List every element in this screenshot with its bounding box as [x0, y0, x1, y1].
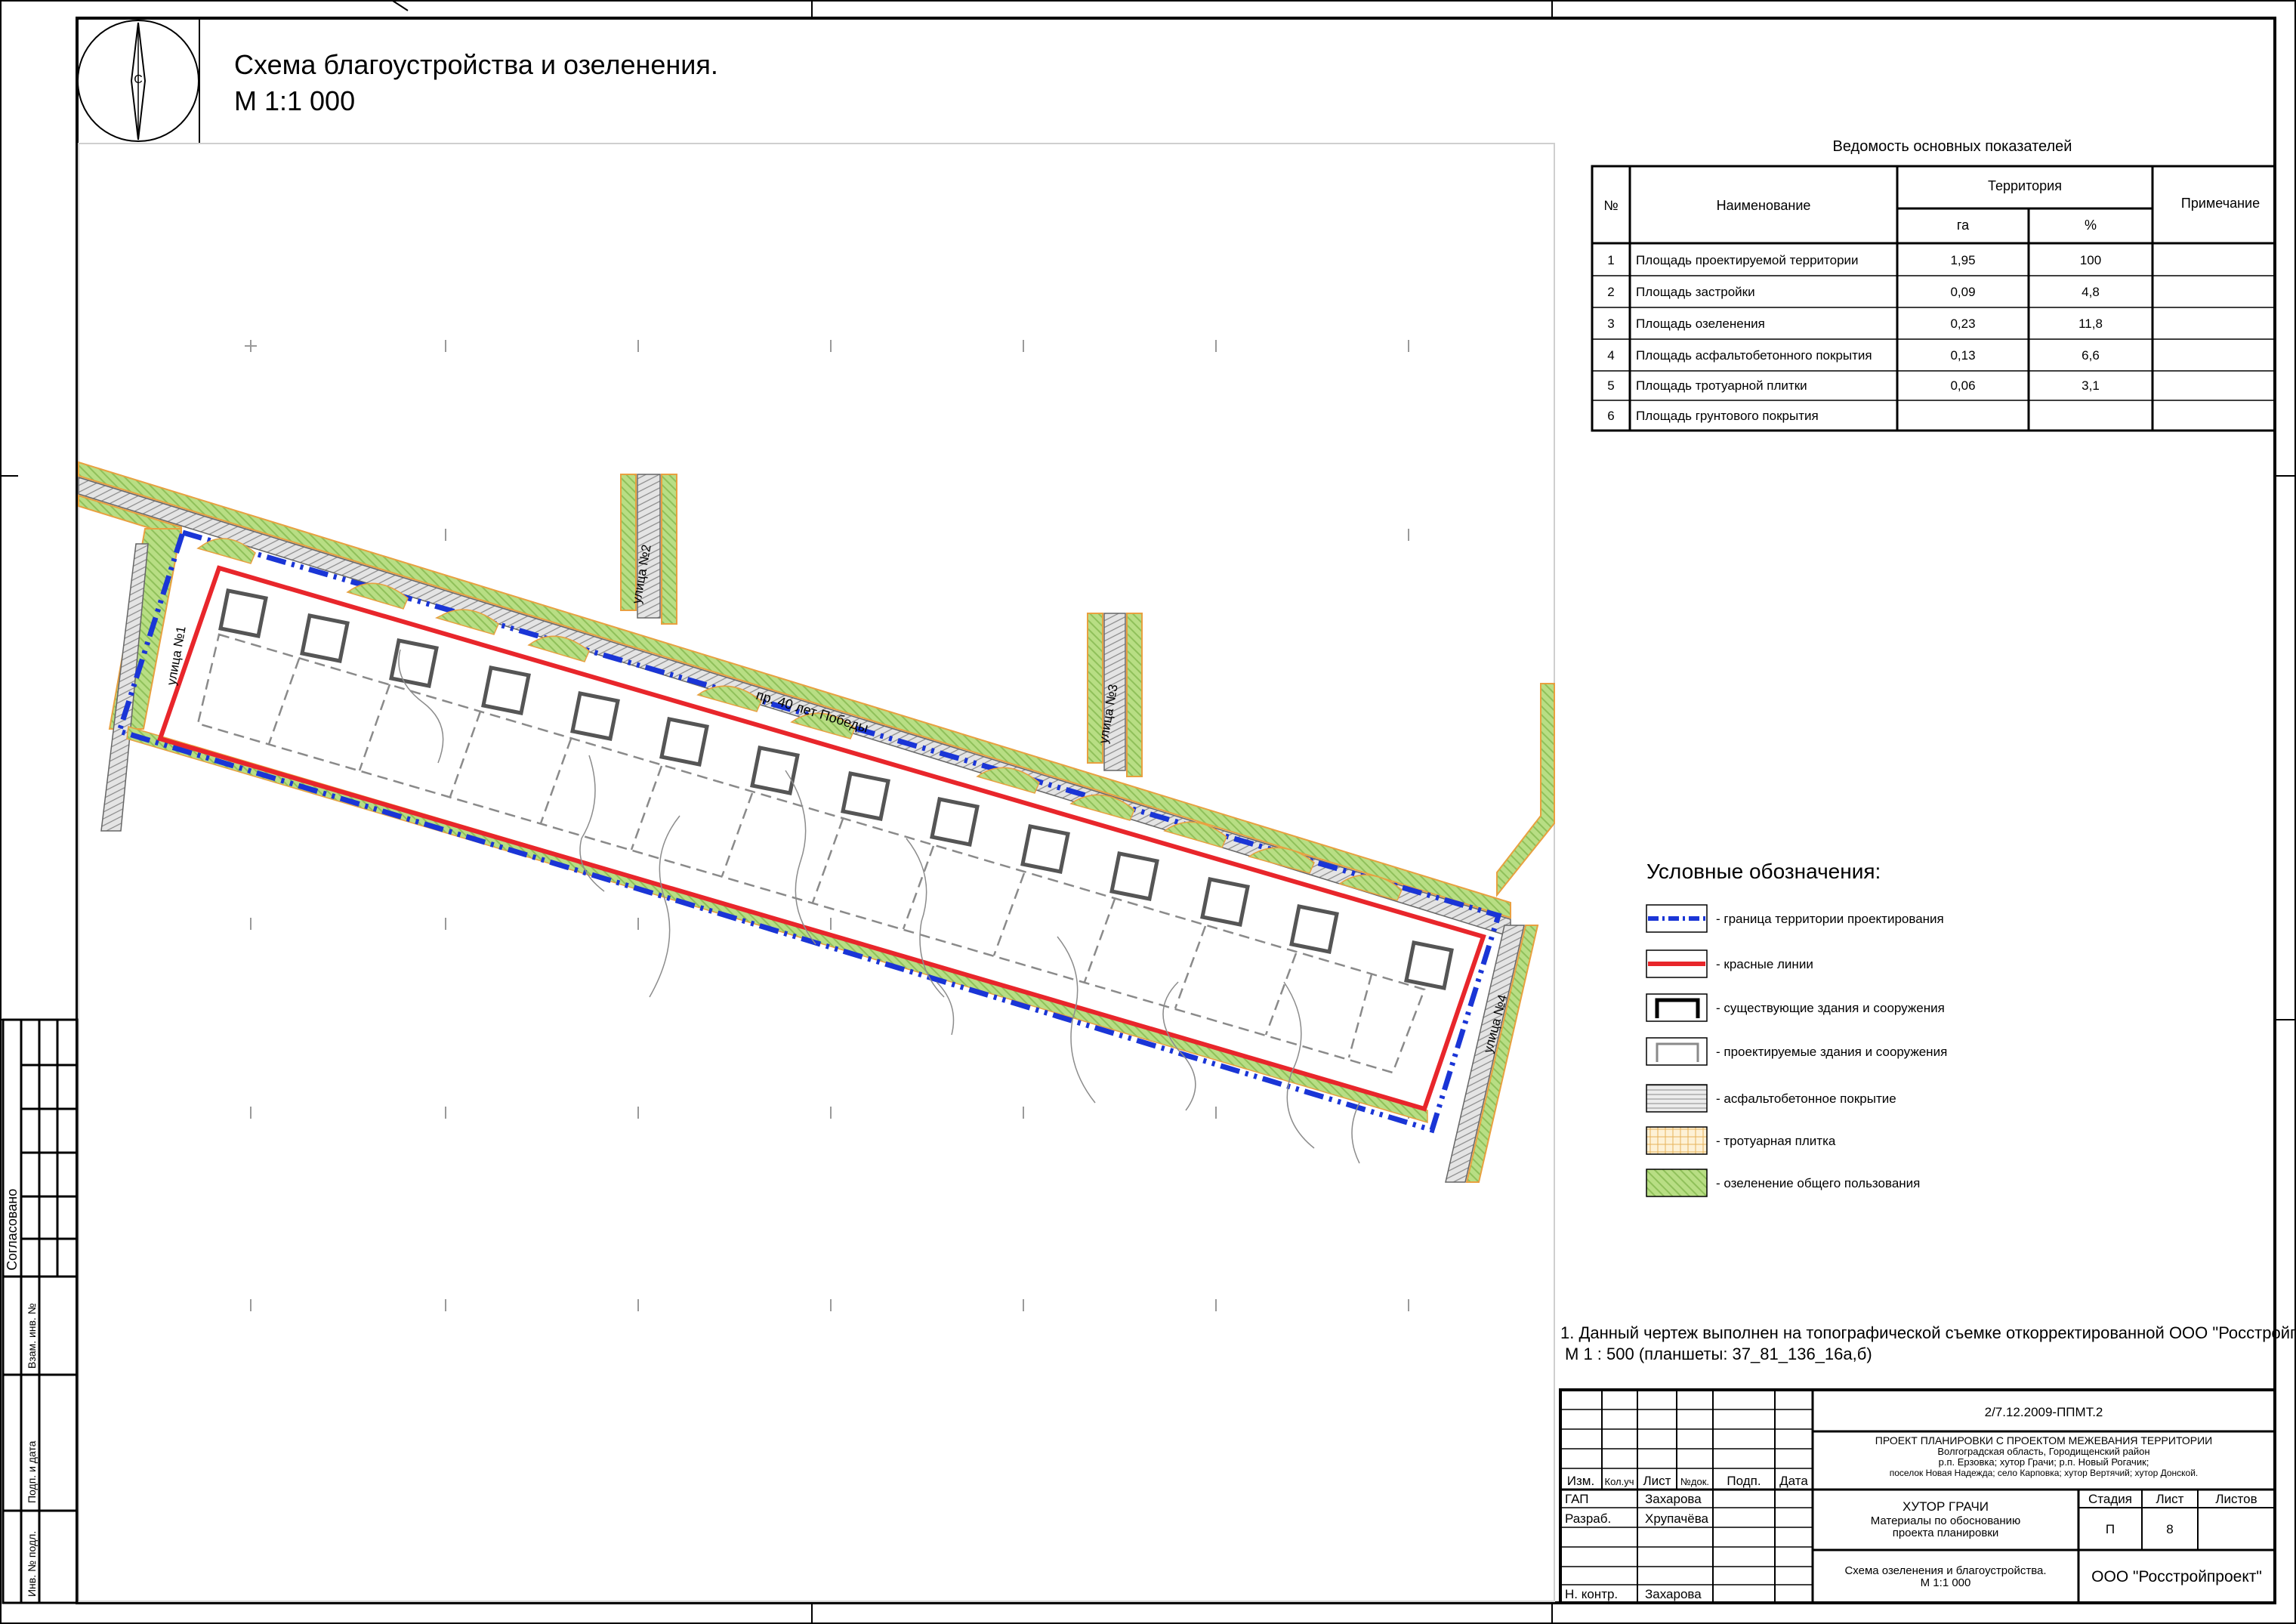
- col-name-header: Наименование: [1717, 198, 1811, 213]
- indicator-row-5: 5 Площадь тротуарной плитки 0,06 3,1: [1607, 378, 2100, 393]
- row-name: Площадь асфальтобетонного покрытия: [1636, 348, 1872, 363]
- tb-project-4: поселок Новая Надежда; село Карповка; ху…: [1890, 1468, 2199, 1478]
- street-1-label: улица №1: [164, 625, 188, 686]
- legend-title: Условные обозначения:: [1646, 860, 1881, 883]
- col-note-header: Примечание: [2181, 196, 2260, 211]
- legend-item-green: - озеленение общего пользования: [1646, 1169, 1920, 1197]
- tb-stadia: П: [2106, 1522, 2115, 1536]
- legend-label: - асфальтобетонное покрытие: [1716, 1091, 1896, 1106]
- tb-object-3: проекта планировки: [1893, 1527, 1999, 1539]
- row-pct: 4,8: [2082, 285, 2100, 299]
- tb-col-data: Дата: [1779, 1474, 1808, 1488]
- drawing-scale: М 1:1 000: [234, 85, 355, 116]
- stamp-inv: Инв. № подл.: [26, 1531, 38, 1597]
- buildings: [218, 588, 1454, 990]
- legend-item-asphalt: - асфальтобетонное покрытие: [1646, 1084, 1896, 1113]
- row-pct: 11,8: [2078, 316, 2103, 331]
- row-no: 4: [1607, 348, 1614, 363]
- tb-project-1: ПРОЕКТ ПЛАНИРОВКИ С ПРОЕКТОМ МЕЖЕВАНИЯ Т…: [1875, 1434, 2212, 1446]
- row-no: 5: [1607, 378, 1614, 393]
- tb-role-razrab: Разраб.: [1565, 1511, 1611, 1526]
- legend-label: - тротуарная плитка: [1716, 1134, 1836, 1148]
- tb-col-izm: Изм.: [1567, 1474, 1594, 1488]
- tb-code: 2/7.12.2009-ППМТ.2: [1985, 1405, 2103, 1419]
- tb-sheet-1: Схема озеленения и благоустройства.: [1844, 1564, 2046, 1577]
- drawing-title: Схема благоустройства и озеленения.: [234, 49, 718, 80]
- legend-label: - красные линии: [1716, 957, 1813, 971]
- indicator-row-1: 1 Площадь проектируемой территории 1,95 …: [1607, 253, 2101, 267]
- north-letter: С: [134, 73, 143, 86]
- legend-label: - граница территории проектирования: [1716, 912, 1944, 926]
- side-stamp: [2, 1018, 79, 1604]
- stamp-vzam: Взам. инв. №: [26, 1303, 38, 1369]
- tb-col-koluch: Кол.уч: [1605, 1476, 1634, 1487]
- row-name: Площадь грунтового покрытия: [1636, 409, 1819, 423]
- drawing-sheet: С Схема благоустройства и озеленения. М …: [0, 0, 2296, 1624]
- tb-sheet-2: М 1:1 000: [1921, 1576, 1971, 1589]
- legend-item-projected-buildings: - проектируемые здания и сооружения: [1646, 1037, 1947, 1066]
- indicator-row-6: 6 Площадь грунтового покрытия: [1607, 409, 1818, 423]
- legend-item-paving-tile: - тротуарная плитка: [1646, 1126, 1836, 1155]
- legend-label: - проектируемые здания и сооружения: [1716, 1045, 1947, 1059]
- tb-name-nkontr: Захарова: [1645, 1587, 1702, 1601]
- indicator-row-2: 2 Площадь застройки 0,09 4,8: [1607, 285, 2100, 299]
- row-name: Площадь застройки: [1636, 285, 1755, 299]
- tb-h-list: Лист: [2156, 1492, 2184, 1506]
- row-ha: 0,09: [1950, 285, 1975, 299]
- tb-h-stadia: Стадия: [2088, 1492, 2132, 1506]
- legend-label: - озеленение общего пользования: [1716, 1176, 1920, 1190]
- row-no: 6: [1607, 409, 1614, 423]
- legend-label: - существующие здания и сооружения: [1716, 1001, 1945, 1015]
- tb-name-gap: Захарова: [1645, 1492, 1702, 1506]
- row-pct: 100: [2080, 253, 2101, 267]
- row-ha: 0,13: [1950, 348, 1975, 363]
- tb-object-2: Материалы по обоснованию: [1871, 1514, 2021, 1527]
- tb-project-3: р.п. Ерзовка; хутор Грачи; р.п. Новый Ро…: [1939, 1456, 2149, 1468]
- tb-col-ndok: №док.: [1680, 1476, 1709, 1487]
- legend-item-existing-buildings: - существующие здания и сооружения: [1646, 993, 1945, 1022]
- indicator-row-4: 4 Площадь асфальтобетонного покрытия 0,1…: [1607, 348, 2100, 363]
- tb-list: 8: [2166, 1522, 2173, 1536]
- row-name: Площадь озеленения: [1636, 316, 1765, 331]
- tb-company: ООО "Росстройпроект": [2091, 1568, 2262, 1585]
- note-line-2: М 1 : 500 (планшеты: 37_81_136_16а,б): [1565, 1345, 1872, 1363]
- tb-name-razrab: Хрупачёва: [1645, 1511, 1709, 1526]
- tb-col-podp: Подп.: [1727, 1474, 1761, 1488]
- col-ha-header: га: [1957, 218, 1970, 233]
- stamp-agreed: Согласовано: [5, 1189, 20, 1270]
- tb-role-nkontr: Н. контр.: [1565, 1587, 1618, 1601]
- legend-item-red-line: - красные линии: [1646, 949, 1813, 978]
- col-no-header: №: [1603, 198, 1618, 213]
- row-ha: 0,06: [1950, 378, 1975, 393]
- row-pct: 6,6: [2082, 348, 2100, 363]
- col-territory-header: Территория: [1988, 178, 2062, 193]
- legend-item-boundary: - граница территории проектирования: [1646, 904, 1944, 933]
- note-line-1: 1. Данный чертеж выполнен на топографиче…: [1560, 1323, 2296, 1342]
- tb-col-list: Лист: [1643, 1474, 1671, 1488]
- row-pct: 3,1: [2082, 378, 2100, 393]
- row-no: 2: [1607, 285, 1614, 299]
- row-no: 3: [1607, 316, 1614, 331]
- row-ha: 1,95: [1950, 253, 1975, 267]
- row-ha: 0,23: [1950, 316, 1975, 331]
- indicators-title: Ведомость основных показателей: [1833, 138, 2072, 155]
- tb-object-1: ХУТОР ГРАЧИ: [1903, 1499, 1989, 1514]
- tb-role-gap: ГАП: [1565, 1492, 1588, 1506]
- right-road: [1496, 683, 1555, 897]
- row-name: Площадь проектируемой территории: [1636, 253, 1859, 267]
- col-pct-header: %: [2085, 218, 2097, 233]
- row-name: Площадь тротуарной плитки: [1636, 378, 1807, 393]
- tb-h-listov: Листов: [2215, 1492, 2257, 1506]
- row-no: 1: [1607, 253, 1614, 267]
- tb-project-2: Волгоградская область, Городищенский рай…: [1937, 1446, 2149, 1457]
- stamp-podp: Подп. и дата: [26, 1440, 38, 1503]
- green-bumps: [196, 538, 1403, 901]
